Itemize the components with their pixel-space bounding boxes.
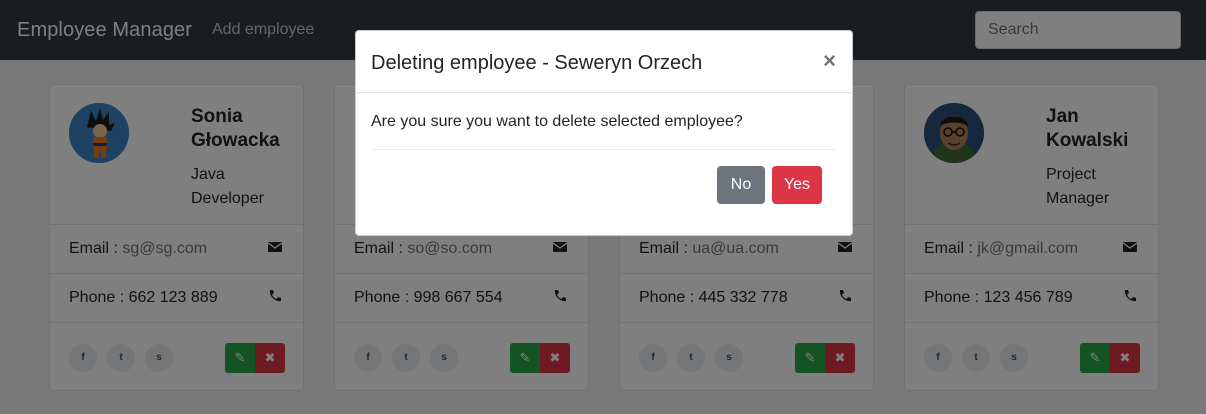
modal-body-text: Are you sure you want to delete selected… <box>371 113 743 130</box>
no-button[interactable]: No <box>717 166 765 204</box>
modal-divider <box>371 149 837 150</box>
close-icon[interactable]: × <box>823 48 836 74</box>
modal-title: Deleting employee - Seweryn Orzech <box>371 52 703 74</box>
yes-button[interactable]: Yes <box>772 166 822 204</box>
modal-header: Deleting employee - Seweryn Orzech × <box>356 31 852 93</box>
delete-confirm-modal: Deleting employee - Seweryn Orzech × Are… <box>355 30 853 236</box>
